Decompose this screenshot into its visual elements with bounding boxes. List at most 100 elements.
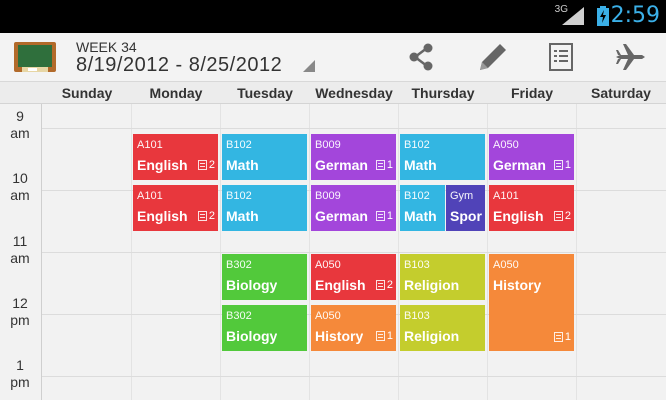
day-tuesday[interactable]: Tuesday bbox=[221, 85, 309, 101]
time-ampm: am bbox=[10, 125, 30, 141]
lesson-subject: German bbox=[315, 157, 368, 173]
lesson-subject: English bbox=[315, 277, 366, 293]
lesson-block[interactable]: B009 German 1 bbox=[311, 185, 396, 231]
lesson-subject: History bbox=[315, 328, 364, 344]
lesson-block[interactable]: A050 German 1 bbox=[489, 134, 574, 180]
note-icon bbox=[197, 160, 207, 170]
note-icon bbox=[553, 211, 563, 221]
lesson-block[interactable]: B102 Math bbox=[400, 185, 445, 231]
note-count-value: 1 bbox=[564, 331, 571, 343]
lesson-room: A050 bbox=[493, 139, 519, 151]
note-count: 2 bbox=[553, 210, 571, 222]
time-hour: 12 bbox=[12, 295, 28, 311]
lesson-subject: English bbox=[137, 157, 188, 173]
lesson-subject: Math bbox=[404, 208, 437, 224]
note-icon bbox=[197, 211, 207, 221]
lesson-subject: History bbox=[493, 277, 542, 293]
lesson-room: B009 bbox=[315, 190, 341, 202]
lesson-block[interactable]: B102 Math bbox=[222, 134, 307, 180]
notes-icon[interactable] bbox=[545, 41, 577, 73]
lesson-room: B102 bbox=[404, 139, 430, 151]
week-number[interactable]: WEEK 34 bbox=[76, 39, 137, 55]
date-range[interactable]: 8/19/2012 - 8/25/2012 bbox=[76, 54, 282, 77]
day-monday[interactable]: Monday bbox=[132, 85, 220, 101]
lesson-subject: German bbox=[315, 208, 368, 224]
note-icon bbox=[553, 332, 563, 342]
lesson-room: B102 bbox=[404, 190, 430, 202]
lesson-block[interactable]: Gym Spor bbox=[446, 185, 485, 231]
hour-line bbox=[42, 252, 666, 253]
note-icon bbox=[375, 331, 385, 341]
lesson-subject: Spor bbox=[450, 208, 482, 224]
note-count: 2 bbox=[197, 210, 215, 222]
note-icon bbox=[375, 160, 385, 170]
lesson-room: B009 bbox=[315, 139, 341, 151]
note-icon bbox=[375, 211, 385, 221]
note-count-value: 2 bbox=[208, 159, 215, 171]
time-ampm: pm bbox=[10, 374, 30, 390]
airplane-icon[interactable] bbox=[614, 41, 646, 73]
note-count: 1 bbox=[375, 210, 393, 222]
lesson-block[interactable]: B009 German 1 bbox=[311, 134, 396, 180]
lesson-room: A050 bbox=[493, 259, 519, 271]
time-hour: 10 bbox=[12, 170, 28, 186]
note-count-value: 1 bbox=[386, 159, 393, 171]
clock: 2:59 bbox=[610, 3, 660, 28]
lesson-room: B102 bbox=[226, 139, 252, 151]
time-ampm: am bbox=[10, 187, 30, 203]
day-header-row: Sunday Monday Tuesday Wednesday Thursday… bbox=[0, 82, 666, 104]
day-wednesday[interactable]: Wednesday bbox=[310, 85, 398, 101]
lesson-room: A101 bbox=[137, 190, 163, 202]
lesson-subject: Religion bbox=[404, 328, 460, 344]
hour-line bbox=[42, 128, 666, 129]
battery-charging-icon bbox=[597, 6, 609, 26]
lesson-subject: English bbox=[137, 208, 188, 224]
lesson-room: A050 bbox=[315, 310, 341, 322]
note-count: 2 bbox=[375, 279, 393, 291]
note-count: 1 bbox=[375, 159, 393, 171]
lesson-subject: Religion bbox=[404, 277, 460, 293]
lesson-room: B102 bbox=[226, 190, 252, 202]
lesson-block[interactable]: A101 English 2 bbox=[489, 185, 574, 231]
lesson-block[interactable]: A050 English 2 bbox=[311, 254, 396, 300]
lesson-block[interactable]: A050 History 1 bbox=[489, 254, 574, 351]
timetable-grid[interactable]: 9 am 10 am 11 am 12 pm 1 pm A101 English… bbox=[0, 104, 666, 400]
lesson-room: A101 bbox=[493, 190, 519, 202]
lesson-block[interactable]: B302 Biology bbox=[222, 254, 307, 300]
note-count-value: 1 bbox=[386, 210, 393, 222]
lesson-block[interactable]: B102 Math bbox=[222, 185, 307, 231]
hour-line bbox=[42, 376, 666, 377]
note-count-value: 1 bbox=[564, 159, 571, 171]
lesson-block[interactable]: A101 English 2 bbox=[133, 134, 218, 180]
chalkboard-app-icon[interactable] bbox=[14, 41, 56, 75]
lesson-room: A101 bbox=[137, 139, 163, 151]
note-count-value: 1 bbox=[386, 330, 393, 342]
day-saturday[interactable]: Saturday bbox=[577, 85, 665, 101]
dropdown-corner-icon[interactable] bbox=[303, 60, 315, 72]
note-count: 1 bbox=[553, 159, 571, 171]
note-count-value: 2 bbox=[564, 210, 571, 222]
day-friday[interactable]: Friday bbox=[488, 85, 576, 101]
edit-icon[interactable] bbox=[476, 41, 508, 73]
lesson-block[interactable]: B302 Biology bbox=[222, 305, 307, 351]
time-label-12pm: 12 pm bbox=[0, 295, 40, 329]
lesson-block[interactable]: B102 Math bbox=[400, 134, 485, 180]
lesson-block[interactable]: A101 English 2 bbox=[133, 185, 218, 231]
time-hour: 1 bbox=[16, 357, 24, 373]
time-label-10am: 10 am bbox=[0, 170, 40, 204]
day-thursday[interactable]: Thursday bbox=[399, 85, 487, 101]
lesson-subject: Math bbox=[226, 157, 259, 173]
note-count: 1 bbox=[375, 330, 393, 342]
lesson-block[interactable]: B103 Religion bbox=[400, 254, 485, 300]
share-icon[interactable] bbox=[405, 41, 437, 73]
day-sunday[interactable]: Sunday bbox=[43, 85, 131, 101]
lesson-subject: German bbox=[493, 157, 546, 173]
status-bar: 3G 2:59 bbox=[0, 0, 666, 33]
lesson-room: Gym bbox=[450, 190, 474, 202]
lesson-block[interactable]: B103 Religion bbox=[400, 305, 485, 351]
time-label-1pm: 1 pm bbox=[0, 357, 40, 391]
lesson-block[interactable]: A050 History 1 bbox=[311, 305, 396, 351]
lesson-subject: Math bbox=[404, 157, 437, 173]
lesson-room: B302 bbox=[226, 310, 252, 322]
time-label-11am: 11 am bbox=[0, 233, 40, 267]
